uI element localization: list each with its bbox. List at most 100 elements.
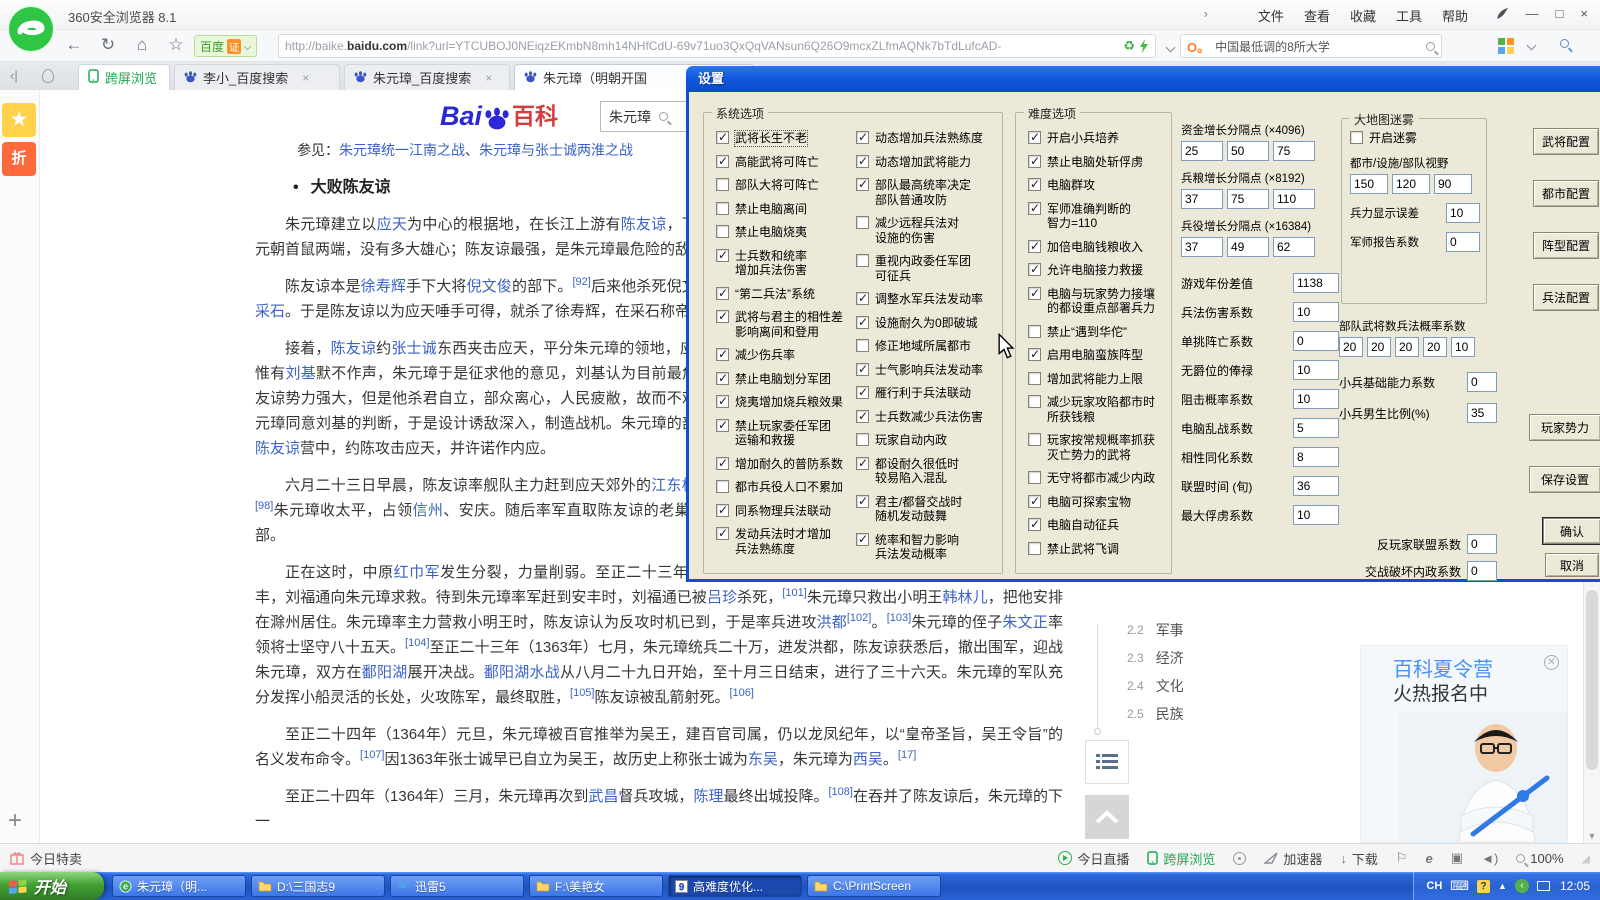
fold-deals-button[interactable]: 折: [2, 142, 36, 176]
task-button[interactable]: 9高难度优化...: [668, 875, 802, 897]
checkbox[interactable]: [716, 287, 729, 300]
checkbox[interactable]: [716, 504, 729, 517]
article-link[interactable]: 陈友谅: [331, 340, 377, 357]
live-button[interactable]: 今日直播: [1058, 849, 1129, 868]
checkbox[interactable]: [1028, 155, 1041, 168]
start-button[interactable]: 开始: [0, 872, 104, 900]
download-button[interactable]: ↓下载: [1340, 849, 1378, 868]
article-link[interactable]: 朱元璋统一江南之战: [339, 142, 465, 158]
text-input[interactable]: [1293, 273, 1339, 293]
article-link[interactable]: 倪文俊: [467, 278, 512, 295]
text-input[interactable]: [1293, 331, 1339, 351]
text-input[interactable]: [1446, 232, 1480, 252]
ad-banner[interactable]: 百科夏令营 ✕ 火热报名中: [1360, 645, 1568, 843]
text-input[interactable]: [1467, 403, 1497, 423]
text-input[interactable]: [1451, 337, 1475, 357]
toc-item[interactable]: 2.4文化: [1127, 676, 1184, 696]
article-link[interactable]: 红巾军: [394, 564, 441, 581]
city-config-button[interactable]: 都市配置: [1533, 180, 1599, 207]
tab-close-icon[interactable]: ×: [302, 71, 309, 85]
checkbox[interactable]: [716, 225, 729, 238]
confirm-button[interactable]: 确认: [1543, 518, 1600, 544]
article-link[interactable]: 陈友谅: [255, 440, 300, 457]
tab-2[interactable]: 李小_百度搜索×: [174, 64, 340, 90]
checkbox[interactable]: [716, 419, 729, 432]
formation-config-button[interactable]: 阵型配置: [1533, 232, 1599, 259]
article-link[interactable]: 武昌: [588, 788, 618, 805]
favorite-star-icon[interactable]: ☆: [164, 35, 188, 55]
article-link[interactable]: 吕珍: [707, 589, 737, 606]
checkbox[interactable]: [716, 457, 729, 470]
article-link[interactable]: 韩林儿: [942, 589, 987, 606]
checkbox[interactable]: [856, 533, 869, 546]
checkbox[interactable]: [716, 395, 729, 408]
ad-close-icon[interactable]: ✕: [1544, 655, 1559, 670]
article-link[interactable]: 徐寿辉: [361, 278, 406, 295]
cross-screen-button[interactable]: 跨屏浏览: [1147, 849, 1215, 868]
keyboard-icon[interactable]: ⌨: [1450, 878, 1469, 894]
checkbox[interactable]: [1350, 131, 1363, 144]
article-link[interactable]: 洪都: [817, 614, 847, 631]
text-input[interactable]: [1367, 337, 1391, 357]
checkbox[interactable]: [856, 178, 869, 191]
tab-collapse-icon[interactable]: ‹|: [10, 68, 18, 83]
text-input[interactable]: [1273, 189, 1315, 209]
language-indicator[interactable]: CH: [1426, 880, 1442, 892]
checkbox[interactable]: [716, 527, 729, 540]
officer-config-button[interactable]: 武将配置: [1533, 128, 1599, 155]
menu-item[interactable]: 帮助: [1442, 6, 1468, 25]
article-link[interactable]: 陈理: [693, 788, 723, 805]
checkbox[interactable]: [1028, 395, 1041, 408]
article-link[interactable]: 刘基: [286, 365, 317, 382]
text-input[interactable]: [1293, 447, 1339, 467]
checkbox[interactable]: [856, 292, 869, 305]
checkbox[interactable]: [1028, 433, 1041, 446]
checkbox[interactable]: [856, 339, 869, 352]
baike-search-box[interactable]: [600, 101, 696, 132]
checkbox[interactable]: [1028, 495, 1041, 508]
badge-dropdown-icon[interactable]: [244, 43, 251, 50]
refresh-icon[interactable]: ↻: [96, 35, 120, 55]
checkbox[interactable]: [716, 372, 729, 385]
menu-item[interactable]: 查看: [1304, 6, 1330, 25]
toc-item[interactable]: 2.3经济: [1127, 648, 1184, 668]
article-link[interactable]: 朱文正: [1002, 614, 1048, 631]
url-dropdown-icon[interactable]: [1166, 43, 1176, 53]
text-input[interactable]: [1392, 174, 1430, 194]
cancel-button[interactable]: 取消: [1545, 553, 1599, 577]
reference-link[interactable]: [105]: [570, 687, 594, 699]
checkbox[interactable]: [856, 386, 869, 399]
article-link[interactable]: 鄱阳湖水战: [484, 664, 560, 681]
dialog-titlebar[interactable]: 设置: [686, 66, 1600, 92]
address-bar[interactable]: http://baike.baidu.com/link?url=YTCUBOJ0…: [278, 34, 1156, 58]
checkbox[interactable]: [1028, 372, 1041, 385]
text-input[interactable]: [1293, 389, 1339, 409]
menu-item[interactable]: 文件: [1258, 6, 1284, 25]
checkbox[interactable]: [856, 410, 869, 423]
text-input[interactable]: [1273, 141, 1315, 161]
text-input[interactable]: [1467, 372, 1497, 392]
checkbox[interactable]: [1028, 178, 1041, 191]
article-link[interactable]: 鄱阳湖: [362, 664, 408, 681]
checkbox[interactable]: [716, 480, 729, 493]
resize-grip-icon[interactable]: ◢: [1582, 852, 1590, 865]
apps-dropdown-icon[interactable]: [1527, 41, 1537, 51]
toc-item[interactable]: 2.5民族: [1127, 704, 1184, 724]
quill-icon[interactable]: [1495, 7, 1509, 21]
reference-link[interactable]: [106]: [730, 687, 754, 699]
article-link[interactable]: 东吴: [748, 751, 778, 768]
text-input[interactable]: [1423, 337, 1447, 357]
tray-collapse-icon[interactable]: ▲: [1498, 881, 1507, 891]
reference-link[interactable]: [17]: [898, 749, 916, 761]
checkbox[interactable]: [856, 131, 869, 144]
menu-expand-icon[interactable]: ›: [1204, 6, 1208, 21]
checkbox[interactable]: [716, 310, 729, 323]
text-input[interactable]: [1339, 337, 1363, 357]
booster-button[interactable]: 加速器: [1264, 849, 1322, 868]
zoom-control[interactable]: 100%: [1516, 851, 1563, 866]
back-to-top-button[interactable]: [1085, 795, 1129, 839]
text-input[interactable]: [1293, 360, 1339, 380]
reference-link[interactable]: [104]: [405, 637, 429, 649]
text-input[interactable]: [1395, 337, 1419, 357]
checkbox[interactable]: [856, 316, 869, 329]
